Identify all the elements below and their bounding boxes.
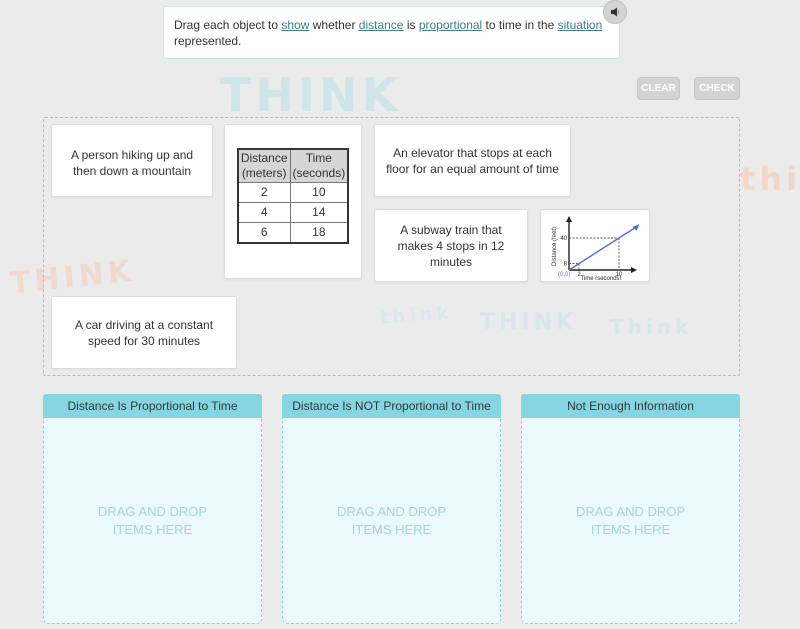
table-cell: 2	[237, 182, 291, 203]
drop-zone-area[interactable]: DRAG AND DROP ITEMS HERE	[521, 418, 740, 624]
audio-button[interactable]	[603, 0, 627, 24]
table-header: Time (seconds)	[289, 148, 349, 183]
table-cell: 18	[289, 222, 349, 244]
drop-placeholder: DRAG AND DROP ITEMS HERE	[336, 503, 447, 537]
drop-zone-not-enough-info[interactable]: Not Enough Information DRAG AND DROP ITE…	[521, 394, 740, 624]
instruction-text: to time in the	[482, 18, 558, 32]
tile-text: An elevator that stops at each floor for…	[386, 145, 559, 176]
table-row: 4 14	[237, 202, 349, 223]
instruction-text: is	[403, 18, 419, 32]
speaker-icon	[611, 7, 620, 17]
table-cell: 4	[237, 202, 291, 223]
instruction-text: Drag each object to	[174, 18, 282, 32]
y-tick-label: 40	[560, 236, 567, 242]
tile-text: A car driving at a constant speed for 30…	[74, 317, 214, 348]
drop-zone-not-proportional[interactable]: Distance Is NOT Proportional to Time DRA…	[282, 394, 501, 624]
glossary-link-distance[interactable]: distance	[359, 18, 404, 32]
instruction-text: whether	[309, 18, 359, 32]
draggable-tile-hiking[interactable]: A person hiking up and then down a mount…	[51, 124, 213, 197]
check-button[interactable]: CHECK	[694, 77, 740, 100]
y-axis-arrow-icon	[566, 215, 572, 222]
doodle-word: think	[740, 160, 800, 198]
draggable-tile-elevator[interactable]: An elevator that stops at each floor for…	[374, 124, 571, 197]
draggable-tile-car[interactable]: A car driving at a constant speed for 30…	[51, 296, 237, 369]
doodle-word: THINK	[220, 68, 402, 122]
instruction-text: represented.	[174, 34, 242, 48]
x-axis-arrow-icon	[631, 266, 637, 273]
line-arrow-icon	[632, 223, 640, 231]
draggable-tile-table[interactable]: Distance (meters) Time (seconds) 2 10 4 14…	[224, 124, 362, 279]
table-row: 2 10	[237, 182, 349, 203]
distance-time-table: Distance (meters) Time (seconds) 2 10 4 14…	[236, 148, 350, 244]
table-row: 6 18	[237, 222, 349, 244]
drop-zone-area[interactable]: DRAG AND DROP ITEMS HERE	[282, 418, 501, 624]
drop-zone-area[interactable]: DRAG AND DROP ITEMS HERE	[43, 418, 262, 624]
distance-time-graph: Distance (feet) 8 40 2 10 (0,0) Time (se…	[552, 215, 640, 280]
graph-line	[568, 225, 637, 271]
graph-xlabel: Time (seconds)	[580, 276, 621, 280]
table-cell: 14	[289, 202, 349, 223]
draggable-tile-subway[interactable]: A subway train that makes 4 stops in 12 …	[374, 209, 528, 282]
drop-placeholder: DRAG AND DROP ITEMS HERE	[97, 503, 208, 537]
glossary-link-situation[interactable]: situation	[558, 18, 603, 32]
instructions-box: Drag each object to show whether distanc…	[163, 6, 620, 59]
clear-button[interactable]: CLEAR	[637, 77, 680, 100]
tile-text: A subway train that makes 4 stops in 12 …	[397, 222, 505, 269]
glossary-link-proportional[interactable]: proportional	[419, 18, 482, 32]
table-header: Distance (meters)	[237, 148, 291, 183]
drop-zone-title: Distance Is NOT Proportional to Time	[282, 394, 501, 418]
graph-ylabel: Distance (feet)	[552, 226, 558, 265]
glossary-link-show[interactable]: show	[281, 18, 309, 32]
drop-placeholder: DRAG AND DROP ITEMS HERE	[575, 503, 686, 537]
drop-zone-title: Distance Is Proportional to Time	[43, 394, 262, 418]
y-tick-label: 8	[564, 261, 568, 267]
drop-zone-title: Not Enough Information	[521, 394, 740, 418]
table-cell: 6	[237, 222, 291, 244]
table-cell: 10	[289, 182, 349, 203]
tile-text: A person hiking up and then down a mount…	[70, 148, 194, 178]
draggable-tile-graph[interactable]: Distance (feet) 8 40 2 10 (0,0) Time (se…	[540, 209, 650, 282]
drop-zone-proportional[interactable]: Distance Is Proportional to Time DRAG AN…	[43, 394, 262, 624]
origin-label: (0,0)	[558, 272, 570, 278]
